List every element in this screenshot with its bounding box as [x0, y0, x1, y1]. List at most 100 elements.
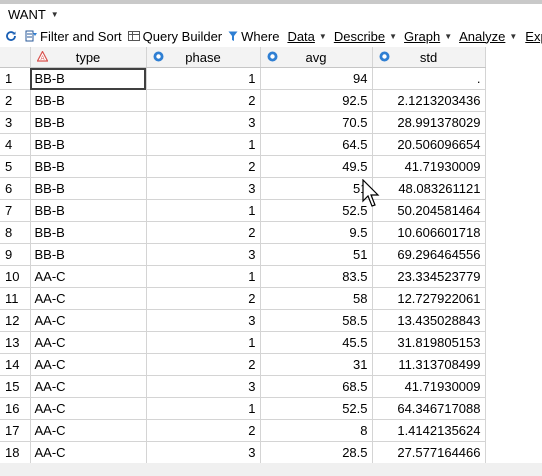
- cell-type[interactable]: AA-C: [30, 375, 147, 398]
- cell-phase[interactable]: 3: [146, 243, 261, 266]
- row-number[interactable]: 11: [0, 287, 31, 310]
- cell-type[interactable]: AA-C: [30, 287, 147, 310]
- cell-phase[interactable]: 3: [146, 177, 261, 200]
- cell-avg[interactable]: 64.5: [260, 133, 373, 156]
- cell-avg[interactable]: 52.5: [260, 397, 373, 420]
- row-number[interactable]: 9: [0, 243, 31, 266]
- cell-avg[interactable]: 92.5: [260, 89, 373, 112]
- cell-type[interactable]: BB-B: [30, 111, 147, 134]
- cell-std[interactable]: 1.4142135624: [372, 419, 486, 442]
- cell-phase[interactable]: 3: [146, 375, 261, 398]
- cell-avg[interactable]: 70.5: [260, 111, 373, 134]
- cell-std[interactable]: 48.083261121: [372, 177, 486, 200]
- column-header-std[interactable]: std: [372, 47, 486, 68]
- cell-type[interactable]: AA-C: [30, 309, 147, 332]
- cell-type[interactable]: BB-B: [30, 133, 147, 156]
- row-number[interactable]: 13: [0, 331, 31, 354]
- cell-type[interactable]: AA-C: [30, 441, 147, 464]
- cell-type[interactable]: BB-B: [30, 199, 147, 222]
- analyze-menu[interactable]: Analyze ▼: [459, 25, 517, 47]
- cell-type[interactable]: BB-B: [30, 177, 147, 200]
- cell-phase[interactable]: 2: [146, 353, 261, 376]
- cell-std[interactable]: 27.577164466: [372, 441, 486, 464]
- cell-std[interactable]: 28.991378029: [372, 111, 486, 134]
- cell-type[interactable]: AA-C: [30, 419, 147, 442]
- cell-phase[interactable]: 3: [146, 441, 261, 464]
- cell-std[interactable]: 23.334523779: [372, 265, 486, 288]
- cell-avg[interactable]: 45.5: [260, 331, 373, 354]
- cell-avg[interactable]: 51: [260, 243, 373, 266]
- row-number[interactable]: 1: [0, 67, 31, 90]
- column-header-phase[interactable]: phase: [146, 47, 261, 68]
- cell-avg[interactable]: 83.5: [260, 265, 373, 288]
- cell-std[interactable]: 11.313708499: [372, 353, 486, 376]
- cell-std[interactable]: 10.606601718: [372, 221, 486, 244]
- row-number[interactable]: 8: [0, 221, 31, 244]
- cell-phase[interactable]: 2: [146, 221, 261, 244]
- cell-type[interactable]: BB-B: [30, 221, 147, 244]
- cell-std[interactable]: 69.296464556: [372, 243, 486, 266]
- cell-phase[interactable]: 2: [146, 155, 261, 178]
- cell-avg[interactable]: 51: [260, 177, 373, 200]
- refresh-button[interactable]: [5, 25, 17, 47]
- row-number[interactable]: 16: [0, 397, 31, 420]
- cell-type[interactable]: AA-C: [30, 265, 147, 288]
- row-number[interactable]: 17: [0, 419, 31, 442]
- cell-std[interactable]: 31.819805153: [372, 331, 486, 354]
- where-button[interactable]: Where: [228, 25, 279, 47]
- row-number[interactable]: 14: [0, 353, 31, 376]
- cell-avg[interactable]: 31: [260, 353, 373, 376]
- cell-type[interactable]: AA-C: [30, 397, 147, 420]
- row-number[interactable]: 12: [0, 309, 31, 332]
- cell-std[interactable]: .: [372, 67, 486, 90]
- row-number[interactable]: 6: [0, 177, 31, 200]
- row-number-header[interactable]: [0, 47, 31, 68]
- horizontal-scroll-area[interactable]: [0, 463, 542, 476]
- row-number[interactable]: 10: [0, 265, 31, 288]
- cell-std[interactable]: 12.727922061: [372, 287, 486, 310]
- cell-avg[interactable]: 8: [260, 419, 373, 442]
- cell-std[interactable]: 2.1213203436: [372, 89, 486, 112]
- column-header-avg[interactable]: avg: [260, 47, 373, 68]
- filter-sort-button[interactable]: Filter and Sort: [25, 25, 122, 47]
- cell-phase[interactable]: 2: [146, 89, 261, 112]
- cell-std[interactable]: 20.506096654: [372, 133, 486, 156]
- cell-avg[interactable]: 9.5: [260, 221, 373, 244]
- column-header-type[interactable]: A type: [30, 47, 147, 68]
- cell-type[interactable]: BB-B: [30, 155, 147, 178]
- cell-phase[interactable]: 1: [146, 133, 261, 156]
- describe-menu[interactable]: Describe ▼: [334, 25, 397, 47]
- cell-std[interactable]: 41.71930009: [372, 155, 486, 178]
- cell-std[interactable]: 13.435028843: [372, 309, 486, 332]
- cell-phase[interactable]: 1: [146, 67, 261, 90]
- graph-menu[interactable]: Graph ▼: [404, 25, 452, 47]
- cell-avg[interactable]: 28.5: [260, 441, 373, 464]
- cell-avg[interactable]: 94: [260, 67, 373, 90]
- cell-phase[interactable]: 1: [146, 199, 261, 222]
- cell-avg[interactable]: 58.5: [260, 309, 373, 332]
- cell-phase[interactable]: 1: [146, 397, 261, 420]
- cell-avg[interactable]: 49.5: [260, 155, 373, 178]
- row-number[interactable]: 7: [0, 199, 31, 222]
- cell-phase[interactable]: 2: [146, 419, 261, 442]
- title-dropdown-icon[interactable]: ▼: [51, 10, 59, 19]
- query-builder-button[interactable]: Query Builder: [127, 25, 222, 47]
- data-menu[interactable]: Data ▼: [287, 25, 326, 47]
- row-number[interactable]: 3: [0, 111, 31, 134]
- cell-avg[interactable]: 58: [260, 287, 373, 310]
- cell-phase[interactable]: 3: [146, 309, 261, 332]
- cell-phase[interactable]: 3: [146, 111, 261, 134]
- cell-type[interactable]: AA-C: [30, 331, 147, 354]
- cell-type[interactable]: BB-B: [30, 243, 147, 266]
- cell-type[interactable]: BB-B: [30, 89, 147, 112]
- cell-std[interactable]: 41.71930009: [372, 375, 486, 398]
- row-number[interactable]: 4: [0, 133, 31, 156]
- row-number[interactable]: 2: [0, 89, 31, 112]
- cell-type[interactable]: AA-C: [30, 353, 147, 376]
- cell-type[interactable]: BB-B: [30, 67, 147, 90]
- cell-phase[interactable]: 1: [146, 331, 261, 354]
- export-menu[interactable]: Export ▼: [525, 25, 542, 47]
- row-number[interactable]: 15: [0, 375, 31, 398]
- cell-phase[interactable]: 2: [146, 287, 261, 310]
- cell-std[interactable]: 50.204581464: [372, 199, 486, 222]
